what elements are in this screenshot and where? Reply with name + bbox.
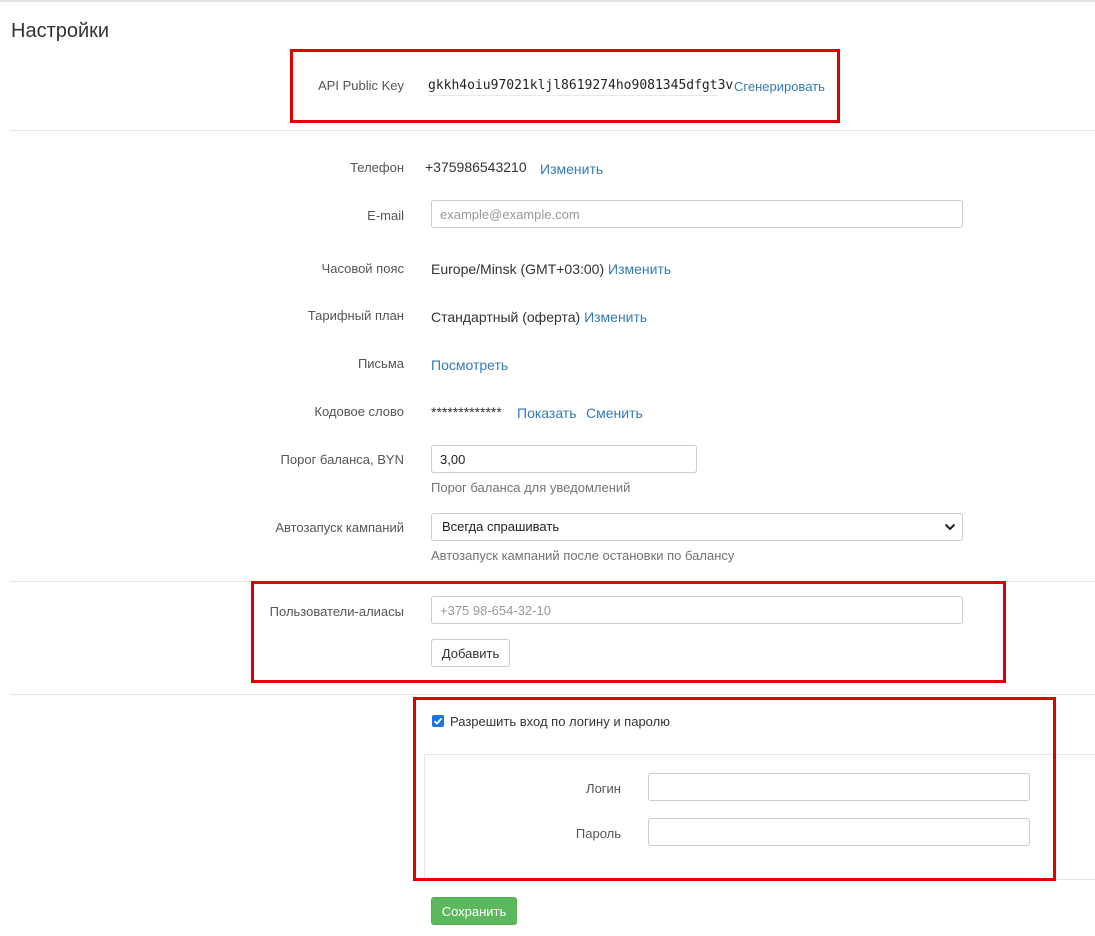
change-timezone-link[interactable]: Изменить	[608, 261, 671, 277]
api-key-underline	[428, 95, 718, 96]
password-label: Пароль	[575, 826, 621, 841]
divider	[10, 694, 1095, 695]
password-input[interactable]	[648, 818, 1030, 846]
change-codeword-link[interactable]: Сменить	[586, 405, 643, 421]
checkmark-icon	[433, 717, 443, 725]
aliases-label: Пользователи-алиасы	[269, 604, 404, 619]
save-button[interactable]: Сохранить	[431, 897, 517, 925]
email-input[interactable]	[431, 200, 963, 228]
balance-input[interactable]	[431, 445, 697, 473]
change-phone-link[interactable]: Изменить	[540, 161, 603, 177]
tariff-label: Тарифный план	[307, 308, 404, 323]
alias-phone-input[interactable]	[431, 596, 963, 624]
letters-label: Письма	[357, 356, 404, 371]
api-key-label: API Public Key	[318, 78, 404, 93]
phone-value: +375986543210	[425, 159, 527, 175]
balance-label: Порог баланса, BYN	[280, 452, 404, 467]
generate-key-link[interactable]: Сгенерировать	[734, 79, 825, 94]
change-tariff-link[interactable]: Изменить	[584, 309, 647, 325]
timezone-label: Часовой пояс	[321, 261, 404, 276]
login-label: Логин	[586, 781, 621, 796]
top-border	[0, 0, 1095, 2]
timezone-value: Europe/Minsk (GMT+03:00)	[431, 261, 605, 277]
autostart-selected: Всегда спрашивать	[442, 519, 560, 534]
login-input[interactable]	[648, 773, 1030, 801]
divider	[10, 130, 1095, 131]
autostart-help: Автозапуск кампаний после остановки по б…	[431, 548, 735, 563]
allow-login-checkbox[interactable]	[432, 715, 444, 727]
show-codeword-link[interactable]: Показать	[517, 405, 577, 421]
divider	[10, 581, 1095, 582]
codeword-value: *************	[431, 404, 502, 420]
view-letters-link[interactable]: Посмотреть	[431, 357, 508, 373]
allow-login-label: Разрешить вход по логину и паролю	[450, 714, 670, 729]
balance-help: Порог баланса для уведомлений	[431, 480, 631, 495]
autostart-label: Автозапуск кампаний	[275, 520, 404, 535]
api-key-value: gkkh4oiu97021kljl8619274ho9081345dfgt3v	[428, 78, 734, 93]
add-alias-button[interactable]: Добавить	[431, 639, 510, 667]
tariff-value: Стандартный (оферта)	[431, 309, 581, 325]
email-label: E-mail	[367, 208, 404, 223]
page-title: Настройки	[11, 20, 110, 42]
autostart-select[interactable]: Всегда спрашивать	[431, 513, 963, 541]
phone-label: Телефон	[350, 160, 404, 175]
chevron-down-icon	[944, 523, 956, 531]
codeword-label: Кодовое слово	[314, 404, 404, 419]
